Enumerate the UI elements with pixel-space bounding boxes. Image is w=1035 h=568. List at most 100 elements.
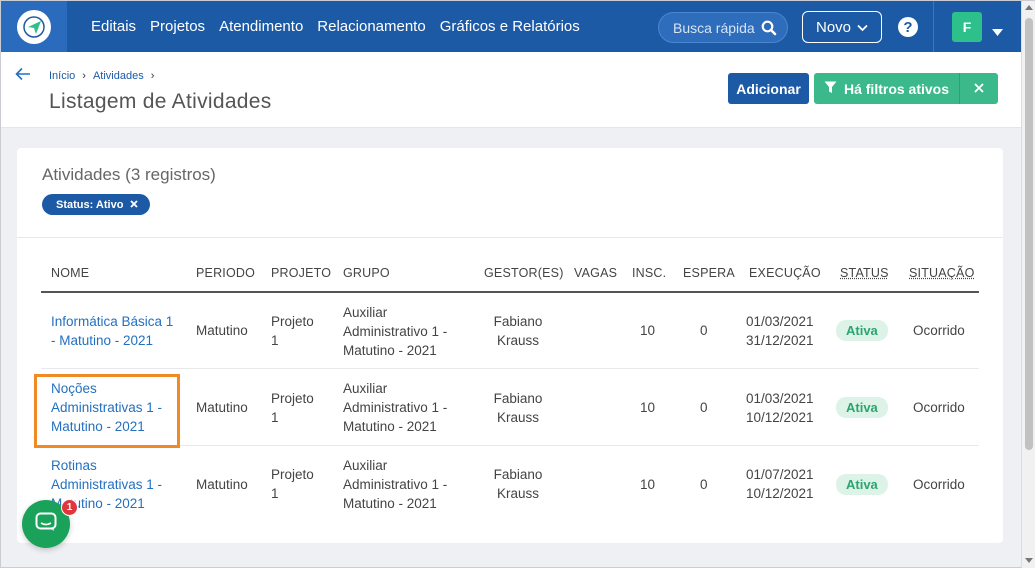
page-title: Listagem de Atividades — [49, 90, 272, 113]
col-header-projeto: PROJETO — [271, 266, 332, 280]
search-icon[interactable] — [761, 19, 777, 42]
novo-label: Novo — [815, 18, 852, 36]
col-header-status[interactable]: STATUS — [840, 266, 889, 280]
grupo-line: Matutino - 2021 — [343, 496, 437, 511]
nav-graficos-relatorios[interactable]: Gráficos e Relatórios — [440, 18, 580, 35]
grupo-cell: Auxiliar Administrativo 1 - Matutino - 2… — [343, 303, 447, 360]
grupo-line: Administrativo 1 - — [343, 400, 448, 415]
inscritos-cell: 10 — [640, 477, 656, 492]
projeto-cell: Projeto 1 — [271, 389, 314, 427]
divider — [17, 237, 1003, 238]
remove-filter-icon[interactable] — [130, 199, 139, 211]
projeto-line: Projeto — [271, 467, 314, 482]
nav-atendimento[interactable]: Atendimento — [219, 18, 303, 35]
col-header-execucao: EXECUÇÃO — [749, 266, 821, 280]
gestor-line: Krauss — [496, 410, 540, 425]
page-header: Início › Atividades › Listagem de Ativid… — [1, 52, 1021, 128]
gestor-line: Krauss — [496, 486, 540, 501]
app-logo[interactable] — [1, 1, 67, 52]
grupo-line: Auxiliar — [343, 458, 388, 473]
col-header-espera: ESPERA — [683, 266, 735, 280]
nav-projetos[interactable]: Projetos — [150, 18, 205, 35]
chat-unread-badge: 1 — [61, 499, 78, 516]
status-badge: Ativa — [836, 474, 888, 495]
gestor-cell: Fabiano Krauss — [484, 312, 552, 350]
activities-card: Atividades (3 registros) Status: Ativo N… — [17, 148, 1003, 543]
svg-text:?: ? — [903, 19, 912, 36]
gestor-line: Fabiano — [493, 391, 543, 406]
caret-down-icon[interactable] — [992, 23, 1003, 41]
scroll-up-arrow-icon[interactable] — [1025, 5, 1033, 10]
active-filters-button[interactable]: Há filtros ativos — [814, 73, 959, 104]
grupo-line: Administrativo 1 - — [343, 477, 448, 492]
row-divider — [41, 445, 979, 446]
espera-cell: 0 — [700, 400, 708, 415]
help-icon[interactable]: ? — [897, 16, 919, 43]
main-menu: Editais Projetos Atendimento Relacioname… — [91, 1, 580, 52]
execucao-cell: 01/03/2021 10/12/2021 — [746, 389, 814, 427]
breadcrumb-home[interactable]: Início — [49, 70, 75, 82]
activity-name-line: - Matutino - 2021 — [51, 333, 154, 348]
back-arrow-icon[interactable] — [15, 67, 31, 86]
highlight-annotation — [34, 374, 180, 448]
status-badge: Ativa — [836, 397, 888, 418]
situacao-cell: Ocorrido — [913, 477, 965, 492]
activity-name-line: Informática Básica 1 — [51, 314, 174, 329]
situacao-cell: Ocorrido — [913, 400, 965, 415]
user-avatar[interactable]: F — [952, 12, 982, 42]
col-header-periodo: PERIODO — [196, 266, 256, 280]
chevron-down-icon — [857, 19, 868, 36]
grupo-cell: Auxiliar Administrativo 1 - Matutino - 2… — [343, 456, 447, 513]
filter-icon — [824, 81, 837, 97]
col-header-grupo: GRUPO — [343, 266, 390, 280]
col-header-inscritos: INSC. — [632, 266, 667, 280]
gestor-line: Krauss — [496, 333, 540, 348]
activity-name-line: Rotinas — [51, 458, 97, 473]
periodo-cell: Matutino — [196, 400, 248, 415]
inscritos-cell: 10 — [640, 400, 656, 415]
projeto-line: 1 — [271, 333, 279, 348]
card-title: Atividades (3 registros) — [42, 165, 216, 184]
projeto-cell: Projeto 1 — [271, 312, 314, 350]
activity-name-line: Administrativas 1 - — [51, 477, 163, 492]
gestor-line: Fabiano — [493, 467, 543, 482]
projeto-line: 1 — [271, 410, 279, 425]
table-header-border — [41, 291, 979, 293]
grupo-cell: Auxiliar Administrativo 1 - Matutino - 2… — [343, 379, 447, 436]
logo-icon — [17, 9, 51, 44]
scroll-down-arrow-icon[interactable] — [1025, 558, 1033, 563]
novo-dropdown-button[interactable]: Novo — [802, 11, 882, 43]
col-header-situacao[interactable]: SITUAÇÃO — [909, 266, 975, 280]
execucao-inicio: 01/03/2021 — [746, 391, 814, 406]
espera-cell: 0 — [700, 477, 708, 492]
add-button[interactable]: Adicionar — [728, 73, 809, 104]
projeto-cell: Projeto 1 — [271, 465, 314, 503]
page-scrollbar[interactable] — [1021, 1, 1035, 568]
inscritos-cell: 10 — [640, 323, 656, 338]
execucao-fim: 31/12/2021 — [746, 333, 814, 348]
chevron-right-icon: › — [82, 70, 86, 82]
scrollbar-thumb[interactable] — [1025, 18, 1033, 450]
periodo-cell: Matutino — [196, 477, 248, 492]
execucao-cell: 01/03/2021 31/12/2021 — [746, 312, 814, 350]
clear-filters-button[interactable] — [959, 73, 998, 104]
close-icon — [974, 80, 984, 98]
nav-divider — [933, 1, 934, 52]
search-placeholder: Busca rápida — [673, 19, 755, 36]
grupo-line: Matutino - 2021 — [343, 343, 437, 358]
espera-cell: 0 — [700, 323, 708, 338]
execucao-inicio: 01/07/2021 — [746, 467, 814, 482]
status-filter-chip[interactable]: Status: Ativo — [42, 194, 151, 215]
execucao-cell: 01/07/2021 10/12/2021 — [746, 465, 814, 503]
execucao-fim: 10/12/2021 — [746, 486, 814, 501]
grupo-line: Administrativo 1 - — [343, 324, 448, 339]
breadcrumb-atividades[interactable]: Atividades — [93, 70, 144, 82]
col-header-vagas: VAGAS — [574, 266, 618, 280]
activity-name-link[interactable]: Informática Básica 1 - Matutino - 2021 — [51, 312, 186, 350]
quick-search-input[interactable]: Busca rápida — [658, 12, 788, 43]
nav-editais[interactable]: Editais — [91, 18, 136, 35]
nav-relacionamento[interactable]: Relacionamento — [317, 18, 425, 35]
gestor-line: Fabiano — [493, 314, 543, 329]
gestor-cell: Fabiano Krauss — [484, 465, 552, 503]
row-divider — [41, 368, 979, 369]
